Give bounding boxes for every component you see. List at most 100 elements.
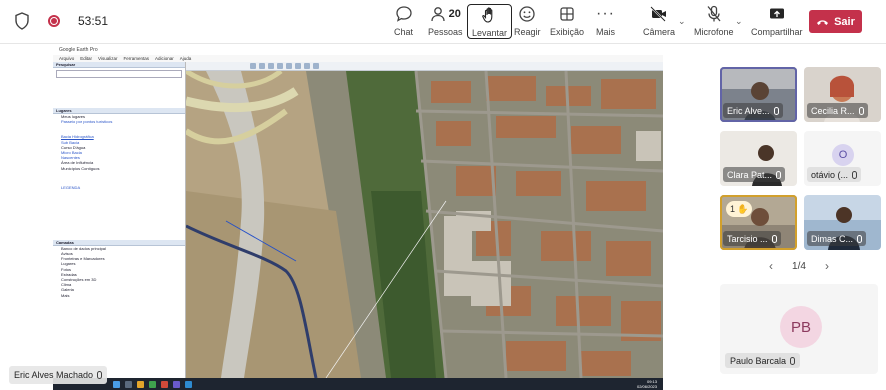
spotlight-name-tag: Paulo Barcala — [725, 353, 801, 368]
participant-tile[interactable]: Eric Alve... — [720, 67, 797, 122]
presenter-name: Eric Alves Machado — [14, 370, 94, 380]
view-label: Exibição — [550, 27, 585, 37]
more-label: Mais — [596, 27, 616, 37]
hand-count: 1 — [730, 204, 736, 214]
toolbar-tool-icon[interactable] — [286, 63, 292, 69]
taskbar-app-icon[interactable] — [125, 380, 132, 388]
menu-item[interactable]: Ferramentas — [123, 55, 149, 62]
participants-gallery: Eric Alve... Cecilia R... Clara Pat... O… — [711, 45, 886, 390]
mic-icon — [97, 371, 103, 379]
menu-item[interactable]: Ajuda — [180, 55, 192, 62]
camera-off-icon — [650, 6, 666, 22]
presenter-name-tag: Eric Alves Machado — [9, 366, 108, 384]
participant-tile[interactable]: Cecilia R... — [804, 67, 881, 122]
taskbar-app-icon[interactable] — [173, 380, 180, 388]
camera-button[interactable]: Câmera — [643, 4, 675, 40]
share-screen-icon — [769, 8, 784, 19]
spotlight-avatar: PB — [780, 306, 822, 348]
spotlight-tile[interactable]: PB Paulo Barcala — [720, 284, 878, 374]
search-section-header[interactable]: Pesquisar — [53, 62, 185, 68]
participant-tile[interactable]: 1 ✋ Tarcisio ... — [720, 195, 797, 250]
taskbar-app-icon[interactable] — [161, 380, 168, 388]
meeting-toolbar: 53:51 Chat 20 Pessoas Levantar Reagir Ex… — [0, 0, 886, 44]
participant-name: Tarcisio ... — [727, 233, 768, 244]
hand-icon: ✋ — [737, 203, 749, 214]
toolbar-tool-icon[interactable] — [259, 63, 265, 69]
toolbar-tool-icon[interactable] — [304, 63, 310, 69]
toolbar-tool-icon[interactable] — [313, 63, 319, 69]
more-icon: ··· — [596, 5, 615, 22]
tree-item[interactable]: Mais — [53, 293, 185, 298]
people-icon — [430, 7, 445, 22]
raise-hand-button[interactable]: Levantar — [467, 4, 513, 39]
participant-name: otávio (... — [811, 169, 849, 180]
react-button[interactable]: Reagir — [514, 4, 541, 40]
mic-icon — [773, 106, 779, 115]
participant-name-tag: Tarcisio ... — [723, 231, 781, 246]
toolbar-tool-icon[interactable] — [277, 63, 283, 69]
next-page-icon[interactable]: › — [825, 259, 829, 273]
participant-name-tag: Eric Alve... — [723, 103, 783, 118]
os-taskbar: 09:13 02/06/2023 — [53, 378, 663, 390]
taskbar-app-icon[interactable] — [137, 380, 144, 388]
grid-icon — [560, 7, 574, 21]
raise-label: Levantar — [472, 28, 508, 38]
recording-icon — [48, 15, 60, 27]
participant-name-tag: Cecilia R... — [807, 103, 868, 118]
share-button[interactable]: Compartilhar — [751, 4, 803, 40]
toolbar-tool-icon[interactable] — [295, 63, 301, 69]
app-title: Google Earth Pro — [53, 45, 663, 55]
participant-tile[interactable]: O otávio (... — [804, 131, 881, 186]
mic-options-chevron-icon[interactable]: ⌄ — [735, 16, 743, 27]
taskbar-app-icon[interactable] — [185, 380, 192, 388]
start-icon[interactable] — [113, 380, 120, 388]
spotlight-name: Paulo Barcala — [730, 355, 787, 366]
emoji-icon — [519, 6, 535, 22]
mic-icon — [858, 106, 864, 115]
participant-name-tag: Clara Pat... — [723, 167, 786, 182]
share-label: Compartilhar — [751, 27, 803, 37]
chat-button[interactable]: Chat — [394, 4, 413, 40]
mic-off-icon — [707, 5, 721, 22]
shield-icon[interactable] — [14, 12, 30, 30]
satellite-map[interactable] — [186, 71, 663, 378]
chat-label: Chat — [394, 27, 414, 37]
participant-name-tag: otávio (... — [807, 167, 862, 182]
gallery-pager: ‹ 1/4 › — [769, 259, 829, 273]
leave-button[interactable]: Sair — [809, 10, 862, 33]
people-button[interactable]: 20 Pessoas — [428, 4, 463, 40]
participant-name: Clara Pat... — [727, 169, 773, 180]
mic-icon — [771, 234, 777, 243]
taskbar-app-icon[interactable] — [149, 380, 156, 388]
participant-tile[interactable]: Dimas C... — [804, 195, 881, 250]
taskbar-date: 02/06/2023 — [636, 384, 657, 389]
page-indicator: 1/4 — [792, 260, 806, 272]
more-button[interactable]: ··· Mais — [596, 4, 615, 40]
leave-label: Sair — [834, 15, 855, 28]
mic-icon — [857, 234, 863, 243]
shared-screen[interactable]: Google Earth Pro Arquivo Editar Visualiz… — [53, 45, 663, 390]
mic-icon — [776, 170, 782, 179]
microphone-button[interactable]: Microfone — [694, 4, 734, 40]
people-label: Pessoas — [428, 27, 463, 37]
previous-page-icon[interactable]: ‹ — [769, 259, 773, 273]
shared-content-stage: Google Earth Pro Arquivo Editar Visualiz… — [0, 45, 710, 390]
menu-item[interactable]: Visualizar — [98, 55, 117, 62]
app-sidebar: Pesquisar Lugares Meus lugares Passeio p… — [53, 62, 186, 378]
toolbar-tool-icon[interactable] — [268, 63, 274, 69]
toolbar-tool-icon[interactable] — [250, 63, 256, 69]
chat-icon — [395, 6, 412, 22]
camera-options-chevron-icon[interactable]: ⌄ — [678, 16, 686, 27]
participant-name-tag: Dimas C... — [807, 231, 867, 246]
menu-item[interactable]: Editar — [80, 55, 92, 62]
search-input[interactable] — [56, 70, 182, 78]
menu-item[interactable]: Adicionar — [155, 55, 174, 62]
menu-item[interactable]: Arquivo — [59, 55, 74, 62]
participant-avatar: O — [832, 144, 854, 166]
meeting-timer: 53:51 — [78, 14, 109, 28]
meeting-status: 53:51 — [14, 12, 108, 30]
participant-tile[interactable]: Clara Pat... — [720, 131, 797, 186]
participant-name: Dimas C... — [811, 233, 854, 244]
participant-name: Cecilia R... — [811, 105, 855, 116]
view-button[interactable]: Exibição — [550, 4, 584, 40]
